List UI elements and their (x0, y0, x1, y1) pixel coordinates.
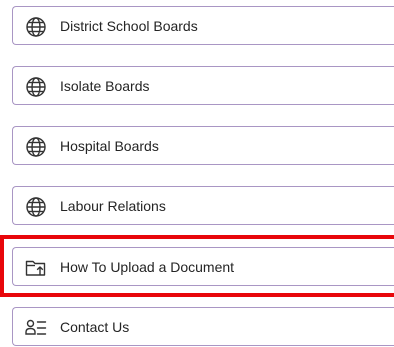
globe-icon (25, 76, 47, 98)
globe-icon (25, 16, 47, 38)
nav-item-label: Labour Relations (60, 198, 166, 214)
nav-item-isolate-boards[interactable]: Isolate Boards (12, 66, 394, 105)
nav-item-hospital-boards[interactable]: Hospital Boards (12, 126, 394, 165)
nav-item-contact-us[interactable]: Contact Us (12, 307, 394, 346)
nav-item-label: Hospital Boards (60, 138, 159, 154)
nav-item-labour-relations[interactable]: Labour Relations (12, 186, 394, 225)
nav-item-label: District School Boards (60, 18, 198, 34)
nav-item-label: Isolate Boards (60, 78, 150, 94)
globe-icon (25, 136, 47, 158)
globe-icon (25, 196, 47, 218)
nav-item-district-school-boards[interactable]: District School Boards (12, 6, 394, 45)
nav-item-label: How To Upload a Document (60, 259, 235, 275)
nav-item-how-to-upload[interactable]: How To Upload a Document (12, 247, 394, 286)
folder-upload-icon (25, 257, 47, 279)
nav-item-label: Contact Us (60, 319, 130, 335)
contact-list-icon (25, 317, 47, 339)
navigation-panel: District School Boards Isolate Boards Ho (0, 0, 394, 347)
